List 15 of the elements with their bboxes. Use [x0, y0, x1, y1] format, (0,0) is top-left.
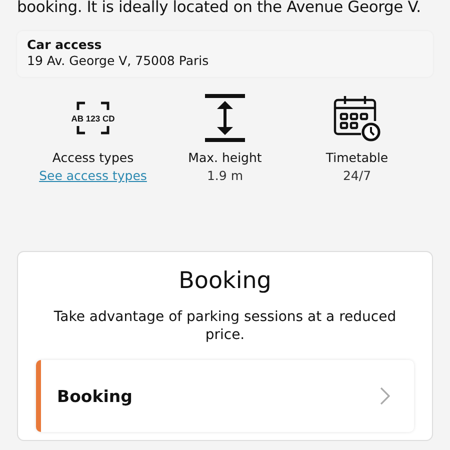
address-text: 19 Av. George V, 75008 Paris	[27, 53, 210, 69]
feature-value: 24/7	[342, 167, 372, 185]
feature-label: Max. height	[188, 149, 262, 167]
booking-item[interactable]: Booking	[36, 360, 414, 432]
feature-label: Access types	[52, 149, 134, 167]
card-title: Booking	[178, 267, 272, 296]
card-description: Take advantage of parking sessions at a reduced price.	[52, 308, 398, 344]
feature-label: Timetable	[326, 149, 388, 167]
feature-value: 1.9 m	[206, 167, 244, 185]
card-title: Car access	[27, 37, 103, 53]
intro-text: booking. It is ideally located on the Avenue George V.	[17, 0, 422, 18]
access-types-link[interactable]: See access types	[39, 167, 147, 185]
height-icon	[204, 94, 246, 142]
chevron-right-icon	[380, 387, 390, 405]
calendar-clock-icon	[333, 94, 381, 142]
